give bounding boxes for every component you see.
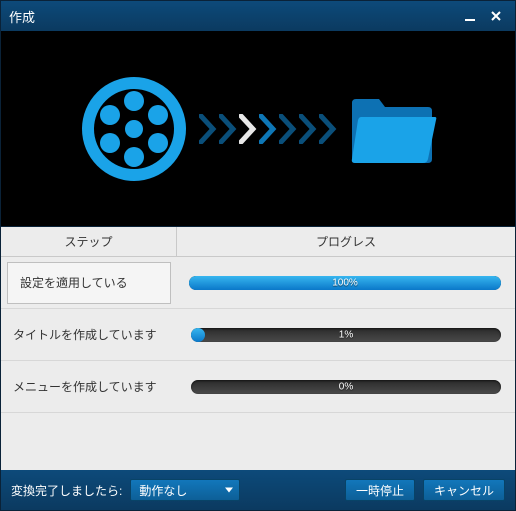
preview-area xyxy=(1,31,515,227)
progress-bar: 1% xyxy=(191,328,501,342)
minimize-icon xyxy=(464,10,476,22)
after-complete-select[interactable]: 動作なし xyxy=(130,479,240,501)
pause-label: 一時停止 xyxy=(356,482,404,499)
pause-button[interactable]: 一時停止 xyxy=(345,479,415,501)
step-row: メニューを作成しています 0% xyxy=(1,361,515,413)
progress-percent: 100% xyxy=(332,277,358,288)
cancel-button[interactable]: キャンセル xyxy=(423,479,505,501)
footer-bar: 変換完了しましたら: 動作なし 一時停止 キャンセル xyxy=(1,470,515,510)
close-icon xyxy=(490,10,502,22)
header-step: ステップ xyxy=(1,227,177,256)
arrow-animation xyxy=(199,114,337,144)
progress-panel: ステップ プログレス 設定を適用している 100% タイトルを作成しています 1… xyxy=(1,227,515,470)
chevron-right-icon xyxy=(239,114,257,144)
chevron-right-icon xyxy=(319,114,337,144)
titlebar: 作成 xyxy=(1,1,515,31)
progress-percent: 1% xyxy=(339,329,353,340)
progress-bar: 0% xyxy=(191,380,501,394)
header-progress: プログレス xyxy=(177,227,515,256)
dialog-window: 作成 xyxy=(0,0,516,511)
folder-icon xyxy=(347,89,437,169)
step-row: タイトルを作成しています 1% xyxy=(1,309,515,361)
chevron-right-icon xyxy=(199,114,217,144)
film-reel-icon xyxy=(79,74,189,184)
chevron-right-icon xyxy=(279,114,297,144)
progress-percent: 0% xyxy=(339,381,353,392)
step-label: タイトルを作成しています xyxy=(1,326,177,343)
chevron-right-icon xyxy=(299,114,317,144)
column-headers: ステップ プログレス xyxy=(1,227,515,257)
chevron-right-icon xyxy=(259,114,277,144)
step-label: 設定を適用している xyxy=(7,262,171,304)
progress-fill xyxy=(191,328,205,342)
step-row: 設定を適用している 100% xyxy=(1,257,515,309)
step-label: メニューを作成しています xyxy=(1,378,177,395)
minimize-button[interactable] xyxy=(459,7,481,25)
chevron-right-icon xyxy=(219,114,237,144)
cancel-label: キャンセル xyxy=(434,482,494,499)
window-title: 作成 xyxy=(9,7,455,26)
close-button[interactable] xyxy=(485,7,507,25)
progress-bar: 100% xyxy=(189,276,501,290)
after-complete-value: 動作なし xyxy=(139,482,187,499)
after-complete-label: 変換完了しましたら: xyxy=(11,482,122,499)
chevron-down-icon xyxy=(225,488,233,493)
